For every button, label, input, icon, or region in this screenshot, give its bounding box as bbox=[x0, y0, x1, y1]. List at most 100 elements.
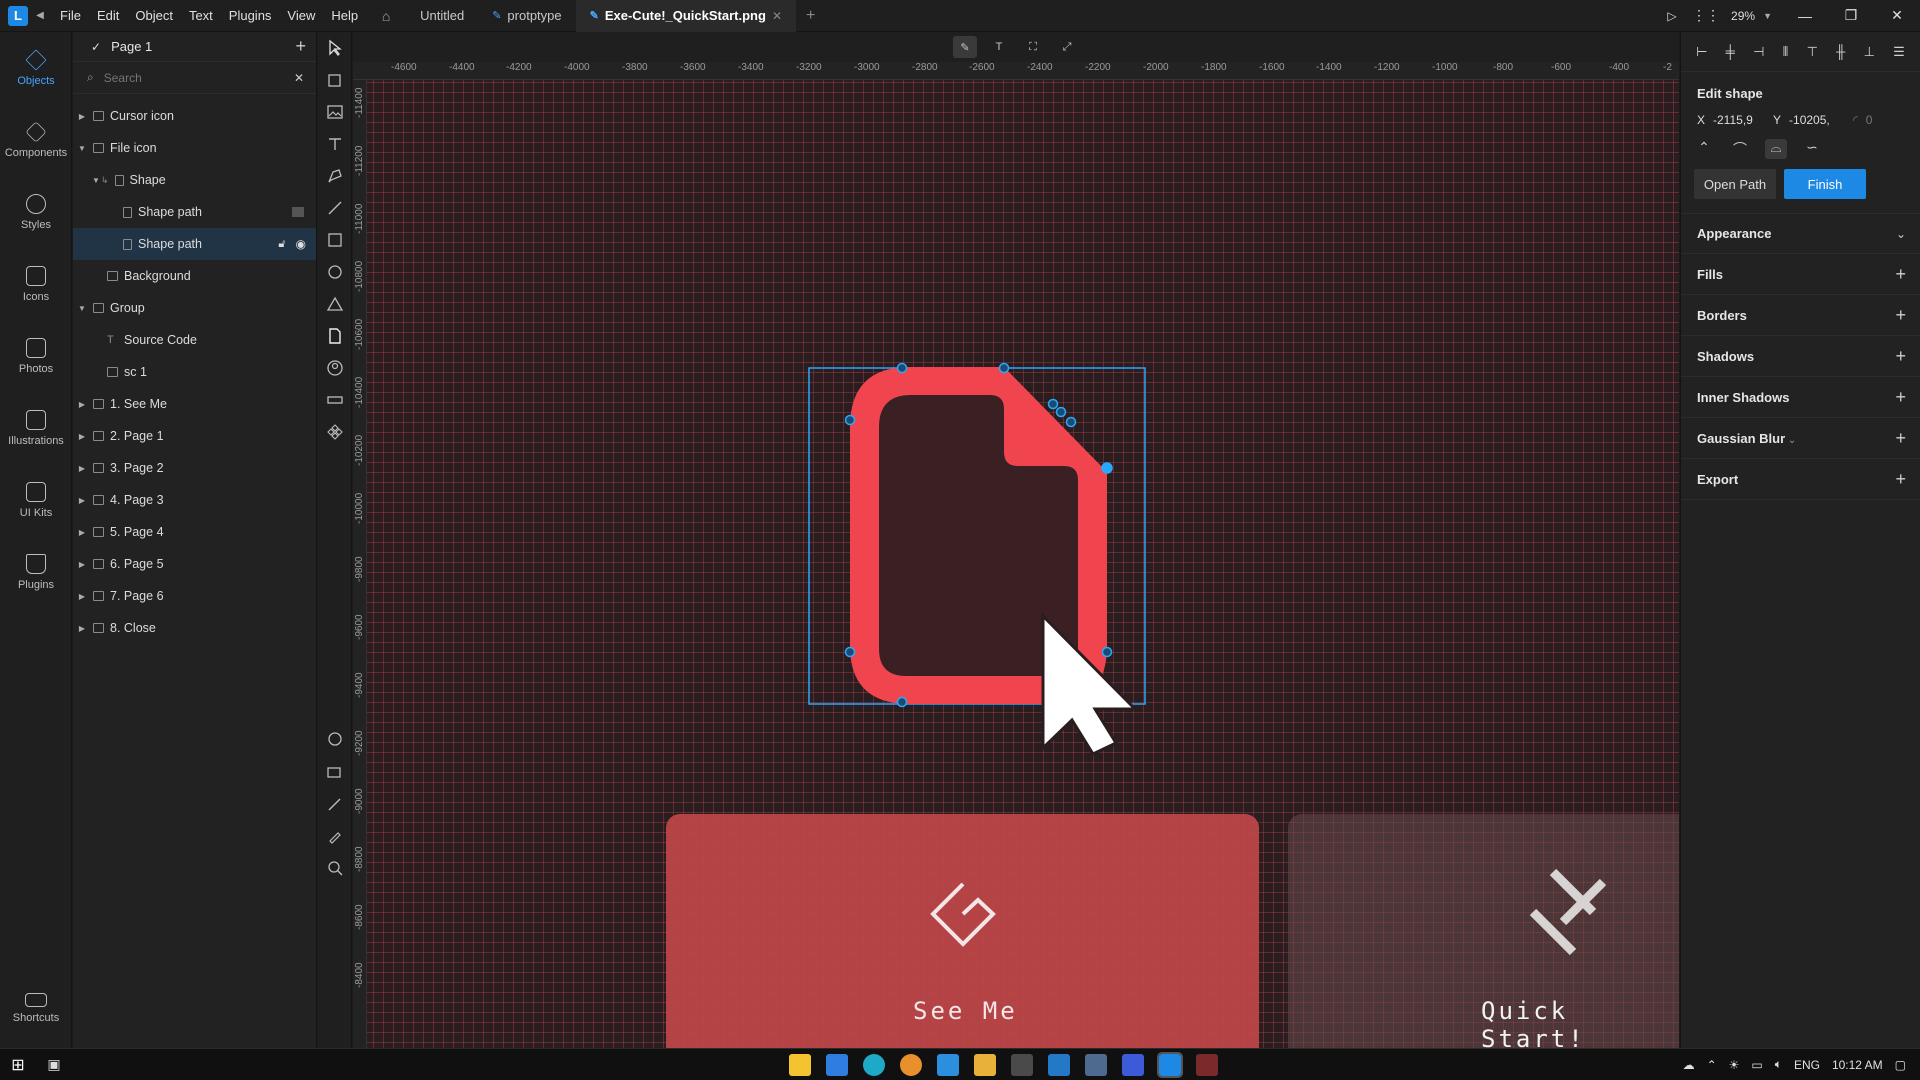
align-middle-icon[interactable]: ╫ bbox=[1836, 44, 1845, 59]
expand-caret-icon[interactable]: ▶ bbox=[77, 464, 87, 473]
app-logo-icon[interactable]: L bbox=[8, 5, 28, 26]
button-tool-icon[interactable] bbox=[318, 384, 352, 416]
home-icon[interactable]: ⌂ bbox=[366, 8, 406, 24]
rectangle-tool-icon[interactable] bbox=[318, 224, 352, 256]
rail-shortcuts[interactable]: Shortcuts bbox=[0, 972, 72, 1044]
x-field[interactable]: -2115,9 bbox=[1713, 113, 1765, 127]
align-center-icon[interactable]: ╪ bbox=[1726, 44, 1735, 59]
tab-untitled[interactable]: Untitled bbox=[406, 0, 478, 32]
edge-browser-icon[interactable] bbox=[862, 1053, 885, 1076]
eyedropper-tool-icon[interactable] bbox=[318, 820, 352, 852]
crop-icon[interactable]: ⛶ bbox=[1021, 36, 1045, 58]
align-left-icon[interactable]: ⊢ bbox=[1696, 44, 1707, 60]
layer-row[interactable]: ▶ 5. Page 4 bbox=[73, 516, 316, 548]
windows-start-icon[interactable]: ⊞ bbox=[0, 1055, 36, 1075]
expand-caret-icon[interactable]: ▶ bbox=[77, 112, 87, 121]
add-export-icon[interactable]: + bbox=[1895, 469, 1906, 490]
rail-ui-kits[interactable]: UI Kits bbox=[0, 464, 72, 536]
ellipse-tool-icon[interactable] bbox=[318, 256, 352, 288]
task-view-icon[interactable]: ▣ bbox=[36, 1056, 72, 1073]
resize-icon[interactable]: ⤢ bbox=[1055, 36, 1079, 58]
tray-chevron-icon[interactable]: ⌃ bbox=[1707, 1058, 1717, 1072]
point-straight-icon[interactable]: ⌃ bbox=[1693, 139, 1715, 159]
search-input[interactable] bbox=[103, 70, 274, 85]
expand-caret-icon[interactable]: ▶ bbox=[77, 496, 87, 505]
layer-row[interactable]: Shape path bbox=[73, 196, 316, 228]
menu-help[interactable]: Help bbox=[323, 0, 366, 32]
network-icon[interactable]: ▭ bbox=[1751, 1058, 1762, 1072]
layer-row[interactable]: ▶ Cursor icon bbox=[73, 100, 316, 132]
language-indicator[interactable]: ENG bbox=[1794, 1058, 1820, 1072]
notion-icon[interactable] bbox=[1121, 1053, 1144, 1076]
layer-row[interactable]: ▶ 1. See Me bbox=[73, 388, 316, 420]
clear-search-icon[interactable]: ✕ bbox=[294, 71, 304, 85]
layer-row[interactable]: ▶ 4. Page 3 bbox=[73, 484, 316, 516]
text-frame-icon[interactable]: T bbox=[987, 36, 1011, 58]
y-field[interactable]: -10205, bbox=[1789, 113, 1845, 127]
text-tool-icon[interactable] bbox=[318, 128, 352, 160]
layer-row[interactable]: ▼ ↳ Shape bbox=[73, 164, 316, 196]
zoom-level[interactable]: 29% bbox=[1723, 9, 1763, 23]
tab-quickstart[interactable]: ✎ Exe-Cute!_QuickStart.png ✕ bbox=[575, 0, 796, 32]
zoom-chevron-icon[interactable]: ▼ bbox=[1763, 11, 1772, 21]
add-shadow-icon[interactable]: + bbox=[1895, 346, 1906, 367]
component-tool-icon[interactable] bbox=[318, 416, 352, 448]
artboard-tool-icon[interactable] bbox=[318, 64, 352, 96]
select-tool-icon[interactable] bbox=[318, 32, 352, 64]
volume-icon[interactable]: 🔈︎ bbox=[1775, 1057, 1782, 1072]
zoom-tool-icon[interactable] bbox=[318, 852, 352, 884]
expand-caret-icon[interactable]: ▶ bbox=[77, 432, 87, 441]
play-icon[interactable]: ▷ bbox=[1655, 9, 1689, 23]
restore-icon[interactable]: ❐ bbox=[1828, 0, 1874, 32]
edit-path-icon[interactable]: ✎ bbox=[953, 36, 977, 58]
document-tool-icon[interactable] bbox=[318, 320, 352, 352]
new-tab-icon[interactable]: + bbox=[796, 7, 825, 25]
expand-caret-icon[interactable]: ▶ bbox=[77, 528, 87, 537]
line-tool-icon[interactable] bbox=[318, 192, 352, 224]
menu-plugins[interactable]: Plugins bbox=[221, 0, 280, 32]
notifications-icon[interactable]: ▢ bbox=[1895, 1058, 1906, 1072]
rail-plugins[interactable]: Plugins bbox=[0, 536, 72, 608]
app-figure-icon[interactable] bbox=[1195, 1053, 1218, 1076]
collapse-caret-icon[interactable]: ▼ bbox=[77, 144, 87, 153]
expand-caret-icon[interactable]: ▶ bbox=[77, 400, 87, 409]
layer-row[interactable]: sc 1 bbox=[73, 356, 316, 388]
close-tab-icon[interactable]: ✕ bbox=[772, 0, 782, 32]
layer-row[interactable]: ▶ 2. Page 1 bbox=[73, 420, 316, 452]
boolean-icon[interactable] bbox=[292, 207, 304, 217]
brightness-icon[interactable]: ☀ bbox=[1729, 1058, 1740, 1072]
add-border-icon[interactable]: + bbox=[1895, 305, 1906, 326]
expand-caret-icon[interactable]: ▶ bbox=[77, 624, 87, 633]
vscode-icon[interactable] bbox=[1047, 1053, 1070, 1076]
layer-row[interactable]: ▶ 6. Page 5 bbox=[73, 548, 316, 580]
lunacy-icon[interactable] bbox=[1156, 1051, 1183, 1078]
menu-object[interactable]: Object bbox=[127, 0, 181, 32]
open-path-button[interactable]: Open Path bbox=[1694, 169, 1776, 199]
avatar-tool-icon[interactable] bbox=[318, 352, 352, 384]
rail-icons[interactable]: Icons bbox=[0, 248, 72, 320]
brush-tool-icon[interactable] bbox=[318, 788, 352, 820]
clock[interactable]: 10:12 AM bbox=[1832, 1058, 1883, 1072]
layer-row[interactable]: ▶ 8. Close bbox=[73, 612, 316, 644]
image-tool-icon[interactable] bbox=[318, 96, 352, 128]
onedrive-icon[interactable]: ☁ bbox=[1683, 1058, 1695, 1072]
layer-row[interactable]: ▼ File icon bbox=[73, 132, 316, 164]
point-asymmetric-icon[interactable]: ⌓ bbox=[1765, 139, 1787, 159]
chevron-down-icon[interactable]: ⌄ bbox=[1896, 227, 1906, 241]
file-explorer-icon[interactable] bbox=[973, 1053, 996, 1076]
section-borders[interactable]: Borders + bbox=[1681, 295, 1920, 336]
back-arrow-icon[interactable]: ◀ bbox=[28, 10, 52, 21]
layer-row-selected[interactable]: Shape path 🔓︎ ◉ bbox=[73, 228, 316, 260]
section-shadows[interactable]: Shadows + bbox=[1681, 336, 1920, 377]
add-inner-shadow-icon[interactable]: + bbox=[1895, 387, 1906, 408]
canvas[interactable]: See Me Quick Start! bbox=[353, 32, 1679, 1048]
sticky-notes-icon[interactable] bbox=[788, 1053, 811, 1076]
add-page-icon[interactable]: + bbox=[295, 36, 306, 57]
grid-apps-icon[interactable]: ⋮⋮ bbox=[1689, 7, 1723, 24]
radius-field[interactable]: 0 bbox=[1866, 113, 1873, 127]
distribute-h-icon[interactable]: ⦀ bbox=[1783, 44, 1789, 60]
rail-styles[interactable]: Styles bbox=[0, 176, 72, 248]
rail-illustrations[interactable]: Illustrations bbox=[0, 392, 72, 464]
dropbox-icon[interactable] bbox=[936, 1053, 959, 1076]
point-disconnected-icon[interactable]: ∽ bbox=[1801, 139, 1823, 159]
